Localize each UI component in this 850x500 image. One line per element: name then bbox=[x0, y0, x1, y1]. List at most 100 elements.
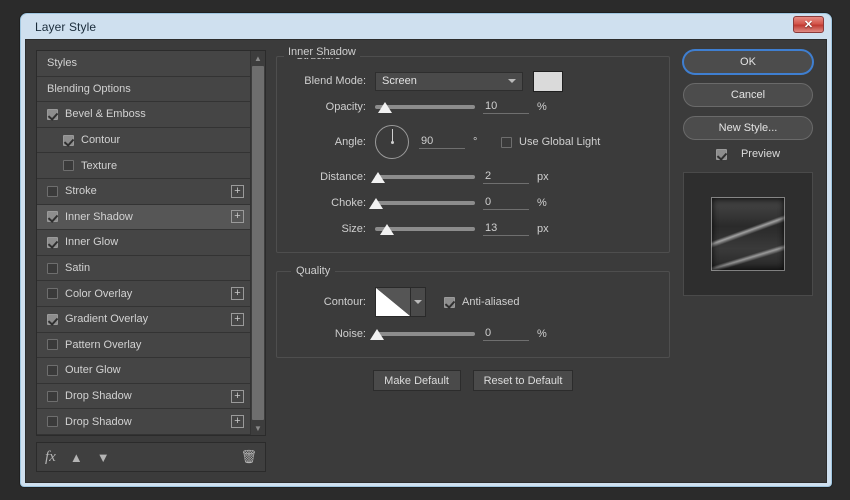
style-list-item-label: Bevel & Emboss bbox=[65, 108, 244, 120]
angle-label: Angle: bbox=[289, 136, 375, 148]
options-panel: Inner Shadow Structure Blend Mode: Scree… bbox=[276, 50, 670, 472]
fx-icon[interactable]: fx bbox=[45, 449, 56, 466]
style-list-item[interactable]: Contour bbox=[37, 128, 250, 154]
style-list-item[interactable]: Styles bbox=[37, 51, 250, 77]
size-unit: px bbox=[537, 223, 555, 235]
style-enable-checkbox[interactable] bbox=[47, 416, 58, 427]
style-enable-checkbox[interactable] bbox=[47, 339, 58, 350]
style-list-item[interactable]: Satin bbox=[37, 256, 250, 282]
opacity-slider[interactable] bbox=[375, 99, 475, 115]
styles-list: StylesBlending Options Bevel & Emboss Cont… bbox=[37, 51, 250, 435]
style-enable-checkbox[interactable] bbox=[47, 186, 58, 197]
style-list-item[interactable]: Stroke+ bbox=[37, 179, 250, 205]
delete-icon[interactable]: 🗑 bbox=[240, 449, 257, 465]
style-enable-checkbox[interactable] bbox=[47, 109, 58, 120]
style-list-item[interactable]: Inner Glow bbox=[37, 230, 250, 256]
noise-input[interactable] bbox=[483, 327, 529, 341]
choke-label: Choke: bbox=[289, 197, 375, 209]
move-up-icon[interactable]: ▲ bbox=[70, 450, 83, 465]
screen: Layer Style ✕ StylesBlending Options Beve… bbox=[0, 0, 850, 500]
style-list-item[interactable]: Drop Shadow+ bbox=[37, 409, 250, 435]
blend-mode-label: Blend Mode: bbox=[289, 75, 375, 87]
style-list-item-label: Drop Shadow bbox=[65, 390, 231, 402]
style-enable-checkbox[interactable] bbox=[47, 211, 58, 222]
choke-slider[interactable] bbox=[375, 195, 475, 211]
blend-mode-select[interactable]: Screen bbox=[375, 72, 523, 91]
style-list-item[interactable]: Blending Options bbox=[37, 77, 250, 103]
style-enable-checkbox[interactable] bbox=[47, 237, 58, 248]
make-default-button[interactable]: Make Default bbox=[373, 370, 461, 391]
scroll-down-icon[interactable]: ▼ bbox=[251, 421, 265, 435]
noise-slider[interactable] bbox=[375, 326, 475, 342]
reset-to-default-button[interactable]: Reset to Default bbox=[473, 370, 574, 391]
style-enable-checkbox[interactable] bbox=[47, 288, 58, 299]
style-enable-checkbox[interactable] bbox=[63, 160, 74, 171]
window-title: Layer Style bbox=[35, 20, 96, 34]
style-enable-checkbox[interactable] bbox=[63, 135, 74, 146]
add-effect-icon[interactable]: + bbox=[231, 415, 244, 428]
preview-box[interactable] bbox=[716, 149, 727, 160]
choke-thumb[interactable] bbox=[369, 198, 383, 209]
style-list-item[interactable]: Outer Glow bbox=[37, 358, 250, 384]
distance-thumb[interactable] bbox=[371, 172, 385, 183]
add-effect-icon[interactable]: + bbox=[231, 210, 244, 223]
contour-curve-icon bbox=[376, 288, 410, 316]
use-global-light-label: Use Global Light bbox=[519, 136, 600, 148]
choke-unit: % bbox=[537, 197, 555, 209]
choke-input[interactable] bbox=[483, 196, 529, 210]
new-style-button[interactable]: New Style... bbox=[683, 116, 813, 140]
move-down-icon[interactable]: ▼ bbox=[97, 450, 110, 465]
preview-checkbox[interactable]: Preview bbox=[716, 148, 780, 160]
anti-aliased-checkbox[interactable]: Anti-aliased bbox=[444, 296, 519, 308]
ok-button[interactable]: OK bbox=[683, 50, 813, 74]
style-list-item[interactable]: Bevel & Emboss bbox=[37, 102, 250, 128]
use-global-light-box[interactable] bbox=[501, 137, 512, 148]
distance-input[interactable] bbox=[483, 170, 529, 184]
style-list-item-label: Inner Shadow bbox=[65, 211, 231, 223]
opacity-input[interactable] bbox=[483, 100, 529, 114]
style-list-item[interactable]: Color Overlay+ bbox=[37, 281, 250, 307]
add-effect-icon[interactable]: + bbox=[231, 313, 244, 326]
scrollbar-thumb[interactable] bbox=[252, 66, 264, 420]
angle-hub bbox=[391, 141, 394, 144]
size-thumb[interactable] bbox=[380, 224, 394, 235]
cancel-button[interactable]: Cancel bbox=[683, 83, 813, 107]
size-slider[interactable] bbox=[375, 221, 475, 237]
style-enable-checkbox[interactable] bbox=[47, 314, 58, 325]
angle-dial[interactable] bbox=[375, 125, 409, 159]
use-global-light-checkbox[interactable]: Use Global Light bbox=[501, 136, 600, 148]
contour-dropdown-button[interactable] bbox=[411, 287, 426, 317]
style-list-item[interactable]: Gradient Overlay+ bbox=[37, 307, 250, 333]
size-input[interactable] bbox=[483, 222, 529, 236]
style-list-item[interactable]: Inner Shadow+ bbox=[37, 205, 250, 231]
scroll-up-icon[interactable]: ▲ bbox=[251, 51, 265, 65]
style-list-item[interactable]: Drop Shadow+ bbox=[37, 384, 250, 410]
add-effect-icon[interactable]: + bbox=[231, 390, 244, 403]
quality-legend: Quality bbox=[291, 265, 335, 277]
distance-slider[interactable] bbox=[375, 169, 475, 185]
noise-unit: % bbox=[537, 328, 555, 340]
anti-aliased-label: Anti-aliased bbox=[462, 296, 519, 308]
style-list-item[interactable]: Texture bbox=[37, 153, 250, 179]
add-effect-icon[interactable]: + bbox=[231, 287, 244, 300]
opacity-thumb[interactable] bbox=[378, 102, 392, 113]
anti-aliased-box[interactable] bbox=[444, 297, 455, 308]
default-buttons-row: Make Default Reset to Default bbox=[276, 370, 670, 391]
add-effect-icon[interactable]: + bbox=[231, 185, 244, 198]
contour-picker[interactable] bbox=[375, 287, 426, 317]
noise-row: Noise: % bbox=[289, 323, 657, 345]
contour-label: Contour: bbox=[289, 296, 375, 308]
scrollbar-track[interactable] bbox=[251, 65, 265, 421]
close-icon[interactable]: ✕ bbox=[793, 16, 824, 33]
title-bar: Layer Style ✕ bbox=[25, 14, 827, 39]
shadow-color-swatch[interactable] bbox=[533, 71, 563, 92]
contour-thumbnail[interactable] bbox=[375, 287, 411, 317]
angle-input[interactable] bbox=[419, 135, 465, 149]
noise-thumb[interactable] bbox=[370, 329, 384, 340]
contour-row: Contour: Anti-aliased bbox=[289, 285, 657, 319]
style-enable-checkbox[interactable] bbox=[47, 263, 58, 274]
style-enable-checkbox[interactable] bbox=[47, 365, 58, 376]
style-enable-checkbox[interactable] bbox=[47, 391, 58, 402]
style-list-item[interactable]: Pattern Overlay bbox=[37, 333, 250, 359]
styles-scrollbar[interactable]: ▲ ▼ bbox=[250, 51, 265, 435]
